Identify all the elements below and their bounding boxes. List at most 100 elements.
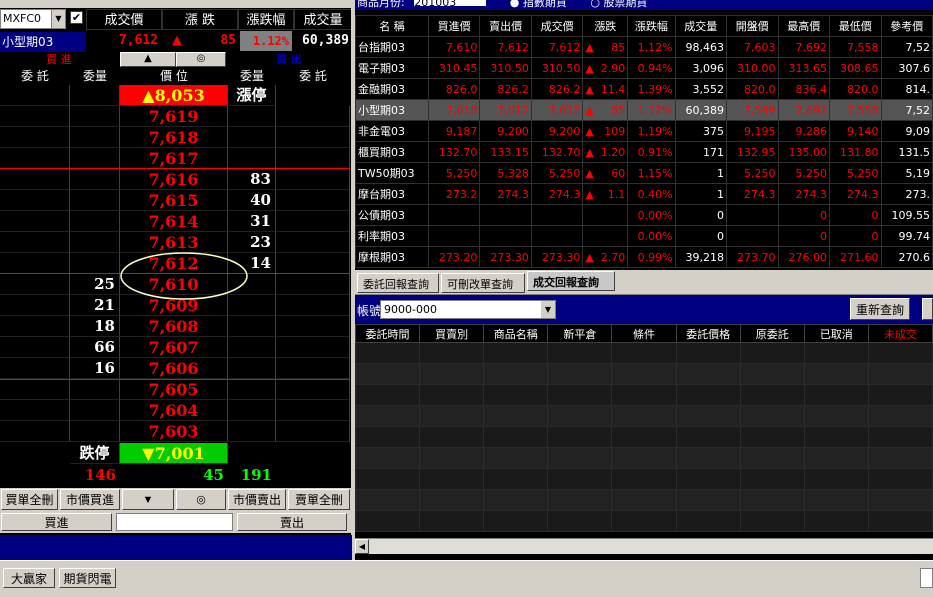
order-header[interactable]: 委託時間	[354, 324, 421, 343]
sell-all-delete-button[interactable]: 賣單全刪	[288, 489, 350, 510]
taskbar-item-dayingjia[interactable]: 大贏家	[3, 568, 55, 588]
sell-order-cell[interactable]	[276, 337, 350, 358]
sell-button[interactable]: 賣出	[237, 513, 347, 531]
order-header[interactable]: 未成交	[867, 324, 933, 343]
buy-order-cell[interactable]	[0, 148, 70, 169]
ladder-price[interactable]: 7,616	[120, 169, 228, 190]
scroll-left-icon[interactable]: ◀	[355, 539, 369, 554]
ladder-price[interactable]: 7,605	[120, 379, 228, 400]
order-row[interactable]	[354, 384, 933, 406]
requery-button[interactable]: 重新查詢	[850, 298, 910, 320]
buy-order-cell[interactable]	[0, 274, 70, 295]
buy-order-cell[interactable]	[0, 211, 70, 232]
quote-header[interactable]: 開盤價	[726, 15, 779, 37]
buy-order-cell[interactable]	[0, 400, 70, 421]
quote-header[interactable]: 名 稱	[355, 15, 429, 37]
ladder-price[interactable]: 7,617	[120, 148, 228, 169]
order-row[interactable]	[354, 489, 933, 511]
buy-order-cell[interactable]	[0, 169, 70, 190]
ladder-price[interactable]: 7,615	[120, 190, 228, 211]
buy-button[interactable]: 買進	[1, 513, 112, 531]
quote-header[interactable]: 漲跌	[582, 15, 629, 37]
buy-order-cell[interactable]	[0, 316, 70, 337]
quote-row[interactable]: 公債期03 0.00% 0 0 0 109.55	[355, 204, 933, 226]
buy-order-cell[interactable]	[0, 127, 70, 148]
sell-order-cell[interactable]	[276, 358, 350, 379]
limit-down-price[interactable]: ▼7,001	[120, 443, 228, 464]
buy-order-cell[interactable]	[0, 232, 70, 253]
order-row[interactable]	[354, 447, 933, 469]
sell-order-cell[interactable]	[276, 232, 350, 253]
tab-modifiable[interactable]: 可刪改單查詢	[441, 273, 525, 293]
limit-up-price[interactable]: ▲8,053	[120, 85, 228, 106]
quote-row[interactable]: 電子期03 310.45 310.50 310.50 ▲ 2.90 0.94% 3,096 31…	[355, 57, 933, 79]
quote-header[interactable]: 最低價	[829, 15, 882, 37]
horizontal-scrollbar[interactable]: ◀	[355, 538, 933, 554]
product-code-select[interactable]: MXFC0 ▼	[0, 9, 66, 29]
buy-order-cell[interactable]	[0, 190, 70, 211]
ladder-price[interactable]: 7,608	[120, 316, 228, 337]
scroll-down-button[interactable]: ▼	[122, 489, 174, 510]
buy-order-cell[interactable]	[0, 421, 70, 442]
quote-header[interactable]: 賣出價	[479, 15, 532, 37]
quote-row[interactable]: TW50期03 5,250 5,328 5,250 ▲ 60 1.15% 1 5,250 5,25…	[355, 162, 933, 184]
sell-order-cell[interactable]	[276, 379, 350, 400]
sell-order-cell[interactable]	[276, 190, 350, 211]
quote-row[interactable]: 摩根期03 273.20 273.30 273.30 ▲ 2.70 0.99% 39,218 2…	[355, 246, 933, 268]
sell-order-cell[interactable]	[276, 106, 350, 127]
sell-order-cell[interactable]	[276, 400, 350, 421]
quote-row[interactable]: 利率期03 0.00% 0 0 0 99.74	[355, 225, 933, 247]
taskbar-item-futures-flash[interactable]: 期貨閃電	[59, 568, 116, 588]
quote-row[interactable]: 非金電03 9,187 9,200 9,200 ▲ 109 1.19% 375 9,195 9,2…	[355, 120, 933, 142]
scroll-up-button[interactable]: ▲	[120, 52, 176, 67]
auto-checkbox[interactable]: ✔	[70, 11, 83, 24]
quote-header[interactable]: 成交價	[530, 15, 584, 37]
sell-order-cell[interactable]	[276, 211, 350, 232]
buy-all-delete-button[interactable]: 買單全刪	[1, 489, 58, 510]
buy-order-cell[interactable]	[0, 295, 70, 316]
quote-header[interactable]: 最高價	[777, 15, 831, 37]
center-bottom-button[interactable]: ◎	[176, 489, 226, 510]
order-header[interactable]: 商品名稱	[483, 324, 549, 343]
sell-order-cell[interactable]	[276, 148, 350, 169]
chevron-down-icon[interactable]: ▼	[51, 10, 65, 28]
order-header[interactable]: 買賣別	[419, 324, 485, 343]
buy-order-cell[interactable]	[0, 253, 70, 274]
chevron-down-icon[interactable]: ▼	[541, 301, 555, 318]
quote-row[interactable]: 櫃買期03 132.70 133.15 132.70 ▲ 1.20 0.91% 171 132.…	[355, 141, 933, 163]
order-header[interactable]: 已取消	[803, 324, 869, 343]
order-row[interactable]	[354, 510, 933, 532]
sell-order-cell[interactable]	[276, 169, 350, 190]
account-select[interactable]: 9000-000 ▼	[380, 300, 556, 319]
quote-header[interactable]: 參考價	[880, 15, 933, 37]
order-header[interactable]: 條件	[611, 324, 677, 343]
order-row[interactable]	[354, 342, 933, 364]
sell-order-cell[interactable]	[276, 274, 350, 295]
tab-order-report[interactable]: 委託回報查詢	[357, 273, 439, 293]
market-sell-button[interactable]: 市價賣出	[228, 489, 286, 510]
ladder-price[interactable]: 7,606	[120, 358, 228, 379]
sell-order-cell[interactable]	[276, 316, 350, 337]
quote-header[interactable]: 買進價	[427, 15, 481, 37]
buy-order-cell[interactable]	[0, 337, 70, 358]
order-row[interactable]	[354, 405, 933, 427]
sell-order-cell[interactable]	[276, 295, 350, 316]
market-buy-button[interactable]: 市價買進	[60, 489, 120, 510]
radio-stock-futures[interactable]: ○ 股票期貨	[590, 0, 647, 9]
tab-fill-report[interactable]: 成交回報查詢	[527, 271, 615, 291]
order-header[interactable]: 委託價格	[675, 324, 741, 343]
quote-row[interactable]: 小型期03 7,610 7,612 7,612 ▲ 85 1.12% 60,389 7,599 7…	[355, 99, 933, 121]
ladder-price[interactable]: 7,604	[120, 400, 228, 421]
order-header[interactable]: 新平倉	[547, 324, 613, 343]
order-row[interactable]	[354, 363, 933, 385]
order-row[interactable]	[354, 468, 933, 490]
radio-index-futures[interactable]: ● 指數期貨	[510, 0, 567, 9]
buy-order-cell[interactable]	[0, 379, 70, 400]
quote-header[interactable]: 漲跌幅	[627, 15, 676, 37]
quote-row[interactable]: 金融期03 826.0 826.2 826.2 ▲ 11.4 1.39% 3,552 820.0…	[355, 78, 933, 100]
quote-header[interactable]: 成交量	[674, 15, 728, 37]
order-row[interactable]	[354, 426, 933, 448]
buy-order-cell[interactable]	[0, 358, 70, 379]
sell-order-cell[interactable]	[276, 421, 350, 442]
center-button[interactable]: ◎	[176, 52, 226, 67]
